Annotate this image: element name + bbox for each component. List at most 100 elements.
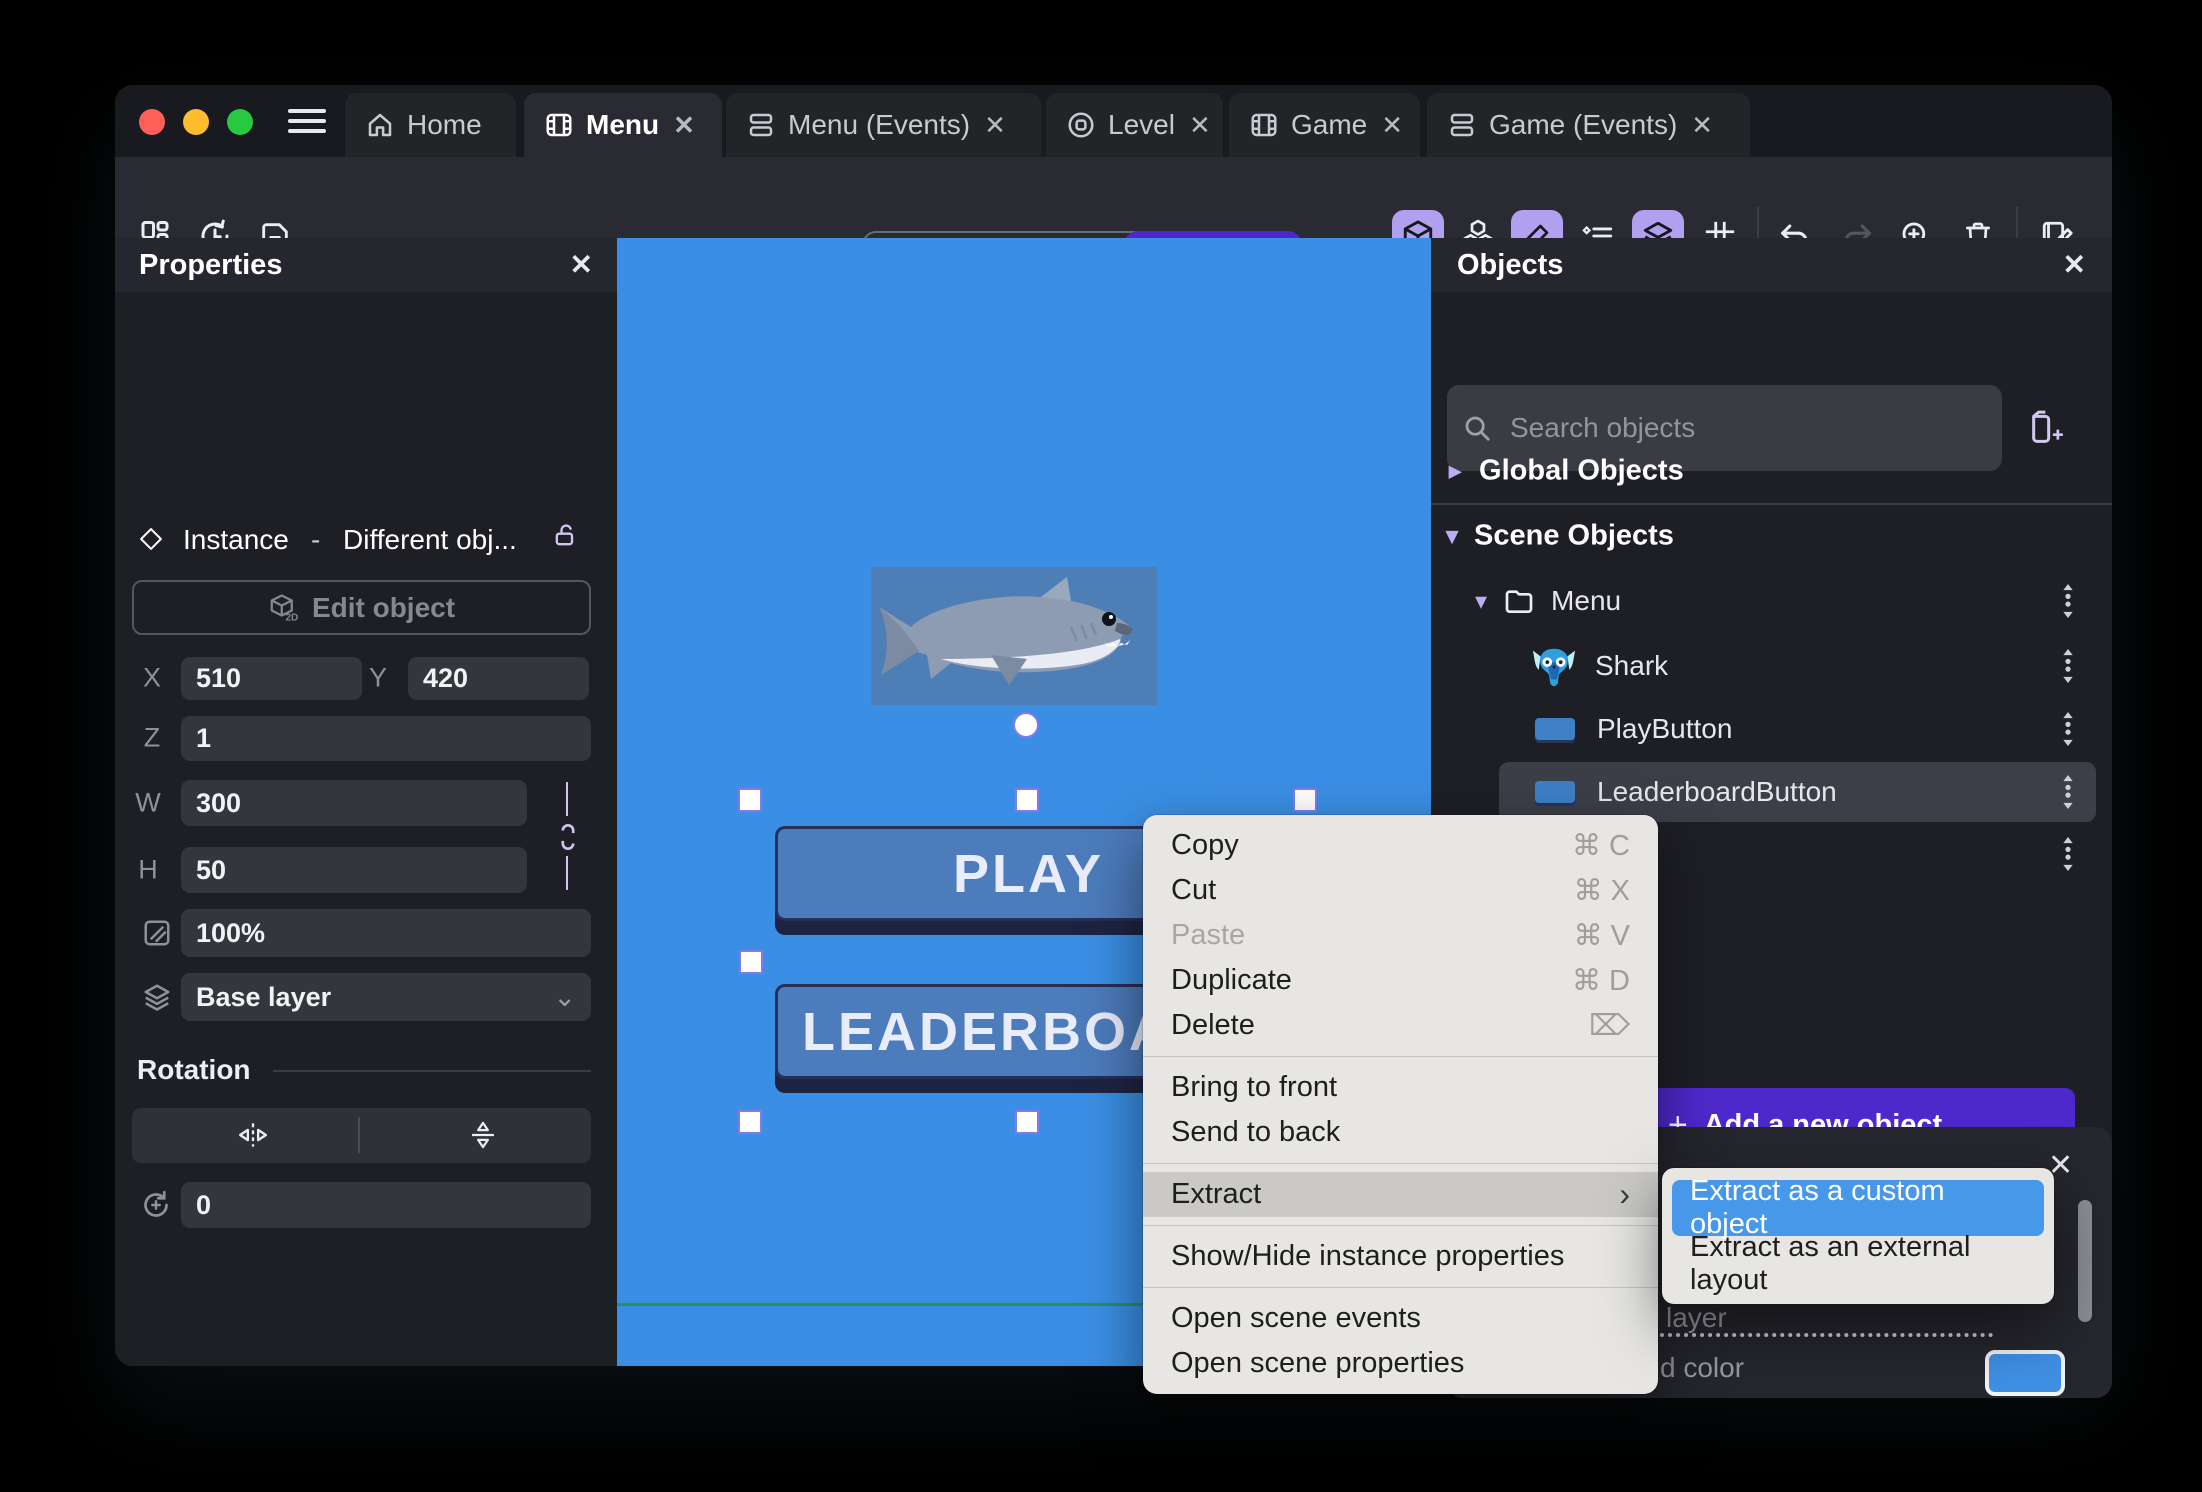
level-icon bbox=[1066, 110, 1096, 140]
tab-label: Menu bbox=[586, 109, 660, 140]
leaderboardbutton-label: LeaderboardButton bbox=[1597, 776, 1837, 807]
main-menu-icon[interactable] bbox=[288, 103, 326, 139]
resize-handle-top-left[interactable] bbox=[738, 788, 762, 812]
tab-close-icon[interactable]: ✕ bbox=[1189, 110, 1211, 141]
menu-item-open-scene-properties[interactable]: Open scene properties bbox=[1143, 1341, 1658, 1386]
w-input[interactable]: 300 bbox=[181, 780, 527, 826]
tab-home[interactable]: Home bbox=[345, 93, 516, 157]
add-folder-icon[interactable] bbox=[2027, 408, 2067, 448]
menu-item-send-to-back[interactable]: Send to back bbox=[1143, 1110, 1658, 1155]
tab-menu[interactable]: Menu ✕ bbox=[524, 93, 722, 157]
minimize-window-button[interactable] bbox=[183, 109, 209, 135]
menu-item-cut[interactable]: Cut ⌘ X bbox=[1143, 868, 1658, 913]
flip-horizontal-icon[interactable] bbox=[235, 1119, 271, 1151]
background-color-swatch[interactable] bbox=[1985, 1350, 2065, 1396]
submenu-item-extract-external-layout[interactable]: Extract as an external layout bbox=[1672, 1231, 2044, 1296]
menu-row-options-icon[interactable] bbox=[2060, 584, 2076, 618]
object-row-leaderboardbutton[interactable]: LeaderboardButton bbox=[1535, 776, 1837, 808]
shark-sprite[interactable] bbox=[871, 567, 1157, 705]
events-icon bbox=[1447, 110, 1477, 140]
menu-item-show-hide-instance-properties[interactable]: Show/Hide instance properties bbox=[1143, 1234, 1658, 1279]
menu-item-delete[interactable]: Delete ⌦ bbox=[1143, 1003, 1658, 1048]
folder-icon bbox=[1503, 585, 1535, 617]
menu-item-copy[interactable]: Copy ⌘ C bbox=[1143, 823, 1658, 868]
object-row-playbutton[interactable]: PlayButton bbox=[1535, 713, 1732, 745]
resize-handle-bottom-left[interactable] bbox=[738, 1110, 762, 1134]
tab-close-icon[interactable]: ✕ bbox=[1381, 110, 1403, 141]
properties-title: Properties bbox=[139, 248, 283, 281]
tab-game-events[interactable]: Game (Events) ✕ bbox=[1427, 93, 1750, 157]
flip-vertical-icon[interactable] bbox=[466, 1118, 500, 1152]
layers-icon bbox=[142, 982, 172, 1012]
menu-item-bring-to-front[interactable]: Bring to front bbox=[1143, 1065, 1658, 1110]
home-icon bbox=[365, 110, 395, 140]
scene-icon bbox=[1249, 110, 1279, 140]
chevron-down-icon: ▾ bbox=[1446, 522, 1459, 550]
settings-row-options-icon[interactable] bbox=[2060, 837, 2076, 871]
tab-close-icon[interactable]: ✕ bbox=[984, 110, 1006, 141]
layer-text-fragment: layer bbox=[1666, 1302, 1727, 1333]
z-input[interactable]: 1 bbox=[181, 716, 591, 761]
submenu-item-extract-custom-object[interactable]: Extract as a custom object bbox=[1672, 1175, 2044, 1240]
link-line bbox=[566, 782, 568, 816]
tab-menu-events[interactable]: Menu (Events) ✕ bbox=[726, 93, 1041, 157]
resize-handle-top-right[interactable] bbox=[1293, 788, 1317, 812]
playbutton-row-options-icon[interactable] bbox=[2060, 712, 2076, 746]
rotation-handle[interactable] bbox=[1013, 712, 1039, 738]
object-row-shark[interactable]: Shark bbox=[1531, 643, 1668, 689]
edit-object-button[interactable]: 2D Edit object bbox=[132, 580, 591, 635]
shortcut: ⌘ X bbox=[1573, 875, 1630, 907]
y-label: Y bbox=[368, 662, 388, 693]
extract-submenu: Extract as a custom object Extract as an… bbox=[1662, 1168, 2054, 1304]
opacity-input[interactable]: 100% bbox=[181, 909, 591, 957]
close-objects-icon[interactable]: ✕ bbox=[2063, 251, 2086, 279]
instance-separator: - bbox=[311, 524, 321, 555]
close-window-button[interactable] bbox=[139, 109, 165, 135]
tab-label: Game (Events) bbox=[1489, 109, 1678, 140]
resize-handle-bottom-center[interactable] bbox=[1015, 1110, 1039, 1134]
lock-open-icon[interactable] bbox=[551, 522, 579, 550]
link-dimensions-icon[interactable] bbox=[555, 820, 581, 854]
resize-handle-middle-left[interactable] bbox=[739, 950, 763, 974]
panel-scrollbar[interactable] bbox=[2078, 1200, 2092, 1322]
resize-handle-top-center[interactable] bbox=[1015, 788, 1039, 812]
tab-level[interactable]: Level ✕ bbox=[1046, 93, 1223, 157]
menu-item-extract[interactable]: Extract › bbox=[1143, 1172, 1658, 1217]
menu-item-duplicate[interactable]: Duplicate ⌘ D bbox=[1143, 958, 1658, 1003]
tab-close-icon[interactable]: ✕ bbox=[1691, 110, 1713, 141]
x-input[interactable]: 510 bbox=[181, 657, 362, 700]
rotation-input[interactable]: 0 bbox=[181, 1182, 591, 1228]
rotation-divider bbox=[273, 1070, 591, 1072]
flip-controls bbox=[132, 1108, 591, 1163]
shark-label: Shark bbox=[1595, 650, 1669, 681]
leaderboardbutton-row-options-icon[interactable] bbox=[2060, 775, 2076, 809]
y-input[interactable]: 420 bbox=[408, 657, 589, 700]
objects-divider bbox=[1431, 503, 2112, 505]
close-properties-icon[interactable]: ✕ bbox=[570, 251, 593, 279]
z-label: Z bbox=[143, 722, 161, 753]
tab-label: Menu (Events) bbox=[788, 109, 971, 140]
chevron-down-icon: ⌄ bbox=[553, 981, 576, 1012]
panel-drag-divider[interactable] bbox=[1660, 1333, 1993, 1337]
maximize-window-button[interactable] bbox=[227, 109, 253, 135]
svg-text:2D: 2D bbox=[285, 612, 298, 623]
h-label: H bbox=[138, 854, 158, 885]
shark-row-options-icon[interactable] bbox=[2060, 649, 2076, 683]
menu-item-open-scene-events[interactable]: Open scene events bbox=[1143, 1296, 1658, 1341]
tab-label: Level bbox=[1108, 109, 1175, 140]
scene-objects-row[interactable]: ▾ Scene Objects bbox=[1446, 520, 1674, 553]
link-line bbox=[566, 856, 568, 890]
layer-select[interactable]: Base layer ⌄ bbox=[181, 973, 591, 1021]
h-input[interactable]: 50 bbox=[181, 847, 527, 893]
menu-divider bbox=[1143, 1287, 1658, 1288]
events-icon bbox=[746, 110, 776, 140]
edit-object-label: Edit object bbox=[311, 591, 456, 623]
tab-game[interactable]: Game ✕ bbox=[1229, 93, 1420, 157]
global-objects-row[interactable]: ▸ Global Objects bbox=[1449, 455, 1684, 488]
submenu-arrow-icon: › bbox=[1619, 1176, 1630, 1212]
objects-title: Objects bbox=[1457, 248, 1564, 281]
context-menu: Copy ⌘ C Cut ⌘ X Paste ⌘ V Duplicate ⌘ D Del… bbox=[1143, 815, 1658, 1394]
button-object-icon bbox=[1535, 718, 1575, 740]
tab-close-icon[interactable]: ✕ bbox=[673, 110, 695, 141]
folder-row-menu[interactable]: ▾ Menu bbox=[1475, 585, 1621, 617]
